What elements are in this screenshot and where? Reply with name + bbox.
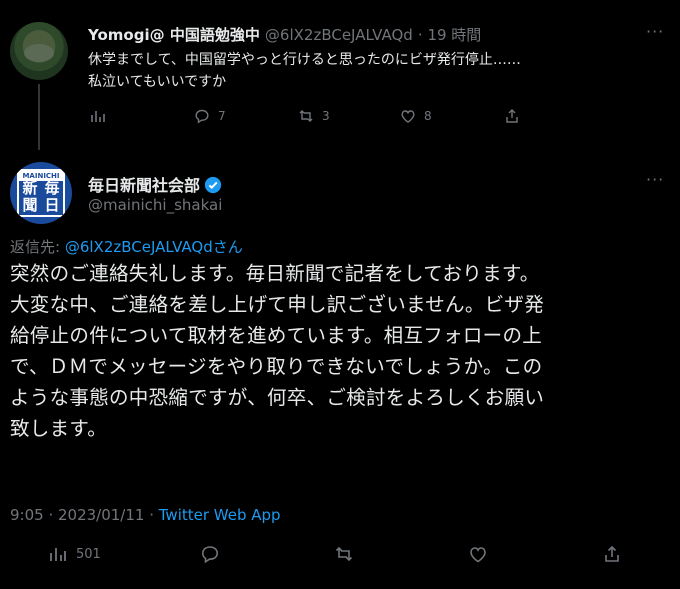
avatar-char: 日 [44,196,60,214]
source-link[interactable]: Twitter Web App [159,506,281,524]
retweet-button[interactable] [334,544,354,564]
retweet-button[interactable]: 3 [298,108,330,124]
tweet-text-line: 給停止の件について取材を進めています。相互フォローの上 [10,324,543,347]
handle[interactable]: @6lX2zBCeJALVAQd [265,26,413,44]
avatar-logo: MAINICHI 新 毎 聞 日 [17,169,65,217]
avatar-char: 聞 [22,196,38,214]
share-button[interactable] [602,544,622,564]
tweet-text-line: ような事態の中恐縮ですが、何卒、ご検討をよろしくお願い [10,386,545,409]
tweet-header: 毎日新聞社会部 [88,172,222,196]
reply-icon [201,546,219,564]
tweet-text-line: 休学までして、中国留学やっと行けると思ったのにビザ発行停止…… [88,52,521,68]
display-name[interactable]: Yomogi@ 中国語勉強中 [88,26,260,44]
more-icon[interactable]: ··· [646,22,664,41]
tweet-text: 突然のご連絡失礼します。毎日新聞で記者をしております。 大変な中、ご連絡を差し上… [10,258,670,444]
like-icon [401,110,415,123]
reply-prefix: 返信先: [10,238,65,256]
reply-count: 7 [218,109,226,123]
share-icon [506,109,518,123]
like-count: 8 [424,109,432,123]
avatar[interactable] [10,22,68,80]
thread-line [38,84,40,150]
reply-button[interactable] [200,544,220,564]
share-icon [605,545,619,562]
retweet-icon [299,110,313,122]
display-name[interactable]: 毎日新聞社会部 [88,176,200,195]
verified-icon [204,176,222,194]
reply-suffix: さん [212,238,243,256]
views-button[interactable] [90,108,106,124]
reply-button[interactable]: 7 [194,108,226,124]
tweet-text: 休学までして、中国留学やっと行けると思ったのにビザ発行停止…… 私泣いてもいいで… [88,49,521,93]
handle[interactable]: @mainichi_shakai [88,196,222,214]
tweet-text-line: 大変な中、ご連絡を差し上げて申し訳ございません。ビザ発 [10,293,545,316]
share-button[interactable] [504,108,520,124]
tweet-header: Yomogi@ 中国語勉強中 @6lX2zBCeJALVAQd · 19 時間 [88,24,481,45]
retweet-icon [335,546,353,562]
more-icon[interactable]: ··· [646,170,664,189]
like-icon [470,547,486,563]
reply-handle-link[interactable]: @6lX2zBCeJALVAQd [65,238,213,256]
timestamp[interactable]: 9:05 · 2023/01/11 · [10,506,159,524]
avatar[interactable]: MAINICHI 新 毎 聞 日 [10,162,72,224]
tweet-text-line: 突然のご連絡失礼します。毎日新聞で記者をしております。 [10,262,540,285]
views-icon [50,548,66,561]
reply-icon [195,109,209,124]
like-button[interactable] [468,544,488,564]
views-button[interactable]: 501 [48,544,101,564]
reply-context: 返信先: @6lX2zBCeJALVAQdさん [10,236,243,257]
views-icon [91,111,105,122]
timestamp[interactable]: · 19 時間 [418,26,481,44]
like-button[interactable]: 8 [400,108,432,124]
views-count: 501 [76,546,101,562]
retweet-count: 3 [322,109,330,123]
tweet-text-line: 私泣いてもいいですか [88,74,227,90]
tweet-text-line: 致します。 [10,417,108,440]
tweet-meta: 9:05 · 2023/01/11 · Twitter Web App [10,506,281,524]
tweet-text-line: で、ＤＭでメッセージをやり取りできないでしょうか。この [10,355,543,378]
